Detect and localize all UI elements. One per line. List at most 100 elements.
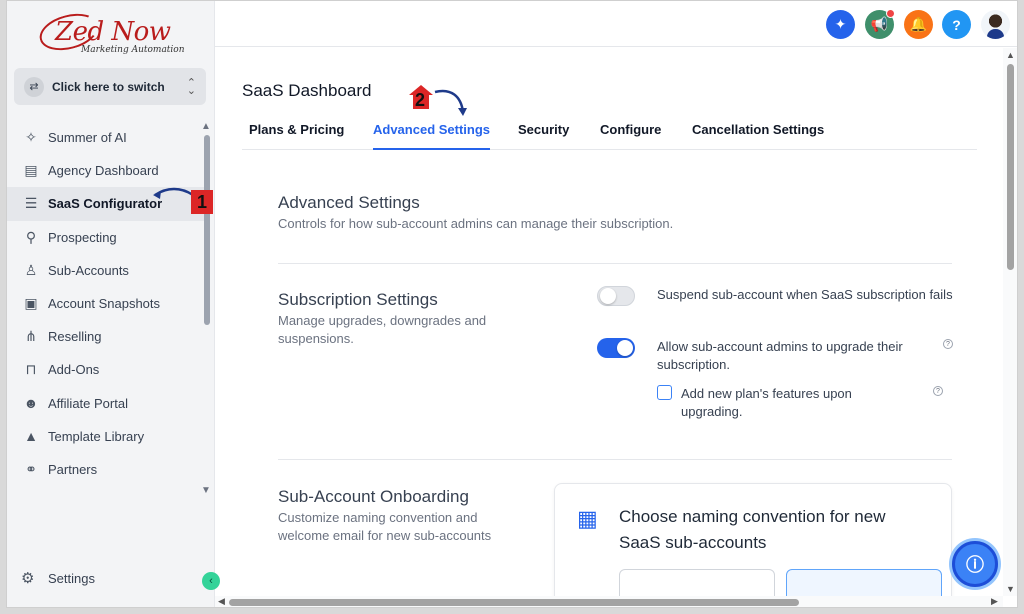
handshake-icon: ⚭ <box>25 460 37 477</box>
chat-widget-button[interactable]: ⓘ <box>952 541 998 587</box>
toggle-knob <box>617 340 633 356</box>
top-header: ✦ 📢 🔔 ? <box>215 1 1017 47</box>
sidebar-scrollbar[interactable]: ▲ ▼ <box>201 121 211 496</box>
sidebar-item-summer-of-ai[interactable]: ✧ Summer of AI <box>7 121 207 154</box>
snapshot-icon: ▣ <box>24 295 38 312</box>
dashboard-icon: ▤ <box>24 162 38 179</box>
account-switcher-label: Click here to switch <box>52 79 165 94</box>
sub-account-onboarding-title: Sub-Account Onboarding <box>278 487 469 506</box>
app-window: Zed Now Marketing Automation ⇄ Click her… <box>6 0 1018 608</box>
logo-main-text: Zed Now <box>55 17 171 47</box>
sidebar-item-label: Reselling <box>48 329 102 345</box>
megaphone-icon: 📢 <box>870 16 889 32</box>
subscription-settings-desc: Manage upgrades, downgrades and suspensi… <box>278 313 487 346</box>
logo: Zed Now Marketing Automation <box>35 7 197 59</box>
sidebar-scroll-thumb[interactable] <box>204 135 210 325</box>
sidebar-item-label: SaaS Configurator <box>48 196 163 212</box>
main-content: SaaS Dashboard 2 Plans & Pricing Advance… <box>215 48 1003 596</box>
subscription-settings-title: Subscription Settings <box>278 290 438 309</box>
sidebar-item-label: Prospecting <box>48 229 117 245</box>
scroll-left-icon[interactable]: ◀ <box>218 596 225 607</box>
scroll-down-icon[interactable]: ▼ <box>201 485 211 496</box>
sidebar-item-affiliate-portal[interactable]: ☻ Affiliate Portal <box>7 387 207 420</box>
page-title: SaaS Dashboard <box>242 81 372 100</box>
sidebar-item-label: Account Snapshots <box>48 296 161 312</box>
sidebar-item-label: Partners <box>48 461 98 477</box>
annotation-step-1: 1 <box>191 190 213 214</box>
main-vertical-scrollbar[interactable]: ▲ ▼ <box>1003 48 1017 596</box>
switch-icon: ⇄ <box>24 76 44 97</box>
toggle-knob <box>600 288 616 304</box>
section-divider <box>278 263 952 264</box>
naming-convention-title: Choose naming convention for new SaaS su… <box>619 507 886 552</box>
allow-upgrade-toggle[interactable] <box>597 338 635 358</box>
ai-assistant-button[interactable]: ✦ <box>826 10 855 39</box>
sidebar-item-sub-accounts[interactable]: ♙ Sub-Accounts <box>7 254 207 287</box>
chart-bars-icon: ☰ <box>24 195 38 212</box>
scroll-up-icon[interactable]: ▲ <box>201 121 211 132</box>
scroll-right-icon[interactable]: ▶ <box>991 596 998 607</box>
building-icon: ▦ <box>577 506 598 531</box>
help-button[interactable]: ? <box>942 10 971 39</box>
help-label: ? <box>952 16 961 33</box>
sidebar-item-settings[interactable]: ⚙ Settings <box>21 569 95 587</box>
network-icon: ⋔ <box>25 328 37 345</box>
sidebar: Zed Now Marketing Automation ⇄ Click her… <box>7 1 220 607</box>
sidebar-item-template-library[interactable]: ▲ Template Library <box>7 420 207 453</box>
scroll-up-icon[interactable]: ▲ <box>1006 50 1015 60</box>
main-horizontal-scrollbar[interactable]: ◀ ▶ <box>215 596 1003 607</box>
sidebar-item-label: Add-Ons <box>48 362 100 378</box>
suspend-on-failure-toggle[interactable] <box>597 286 635 306</box>
sidebar-item-partners[interactable]: ⚭ Partners <box>7 453 207 486</box>
scroll-down-icon[interactable]: ▼ <box>1006 584 1015 594</box>
tab-bar: Plans & Pricing Advanced Settings Securi… <box>242 118 977 150</box>
gear-icon: ⚙ <box>21 570 35 587</box>
tab-advanced-settings[interactable]: Advanced Settings <box>373 122 491 150</box>
avatar[interactable] <box>981 10 1010 39</box>
add-plan-features-checkbox[interactable] <box>657 385 672 400</box>
chevron-left-icon: ‹ <box>209 575 213 587</box>
allow-upgrade-label: Allow sub-account admins to upgrade thei… <box>657 339 903 372</box>
bag-icon: ⊓ <box>25 361 37 378</box>
user-icon: ♙ <box>24 261 38 278</box>
info-icon[interactable]: ? <box>933 386 943 396</box>
sidebar-item-label: Affiliate Portal <box>48 395 128 411</box>
main-scroll-thumb[interactable] <box>1007 64 1014 270</box>
info-icon[interactable]: ? <box>943 339 953 349</box>
logo-sub-text: Marketing Automation <box>81 45 185 55</box>
sidebar-item-account-snapshots[interactable]: ▣ Account Snapshots <box>7 287 207 320</box>
notification-dot-icon <box>886 9 895 18</box>
naming-option-2[interactable] <box>786 569 942 596</box>
notifications-button[interactable]: 🔔 <box>904 10 933 39</box>
bell-icon: 🔔 <box>909 16 928 32</box>
annotation-step-1-label: 1 <box>196 191 207 212</box>
sidebar-item-add-ons[interactable]: ⊓ Add-Ons <box>7 353 207 386</box>
tab-configure[interactable]: Configure <box>600 122 661 150</box>
sidebar-nav: ✧ Summer of AI ▤ Agency Dashboard ☰ SaaS… <box>7 121 207 486</box>
add-plan-features-label: Add new plan's features upon upgrading. <box>681 386 852 419</box>
naming-option-1[interactable] <box>619 569 775 596</box>
tab-cancellation-settings[interactable]: Cancellation Settings <box>692 122 824 150</box>
section-divider <box>278 459 952 460</box>
tab-plans-pricing[interactable]: Plans & Pricing <box>249 122 344 150</box>
chevron-up-down-icon: ⌃ ⌄ <box>186 76 196 97</box>
users-icon: ☻ <box>23 395 39 412</box>
horizontal-scroll-thumb[interactable] <box>229 599 799 606</box>
sidebar-item-label: Template Library <box>48 428 145 444</box>
sidebar-item-label: Settings <box>48 570 95 586</box>
advanced-settings-desc: Controls for how sub-account admins can … <box>278 216 674 231</box>
chat-bubble-icon: ⓘ <box>966 555 984 575</box>
user-search-icon: ⚲ <box>25 228 37 245</box>
account-switcher[interactable]: ⇄ Click here to switch ⌃ ⌄ <box>14 68 206 105</box>
annotation-arrow-1-icon <box>153 187 194 199</box>
sidebar-item-prospecting[interactable]: ⚲ Prospecting <box>7 221 207 254</box>
annotation-arrow-2-icon <box>434 89 467 116</box>
annotation-step-2-label: 2 <box>415 90 426 110</box>
tab-security[interactable]: Security <box>518 122 569 150</box>
naming-convention-card: ▦ Choose naming convention for new SaaS … <box>554 483 952 596</box>
shapes-icon: ▲ <box>24 428 38 445</box>
sidebar-item-reselling[interactable]: ⋔ Reselling <box>7 320 207 353</box>
sparkles-icon: ✦ <box>834 16 847 32</box>
sidebar-item-label: Agency Dashboard <box>48 163 159 179</box>
sidebar-item-label: Summer of AI <box>48 130 127 146</box>
